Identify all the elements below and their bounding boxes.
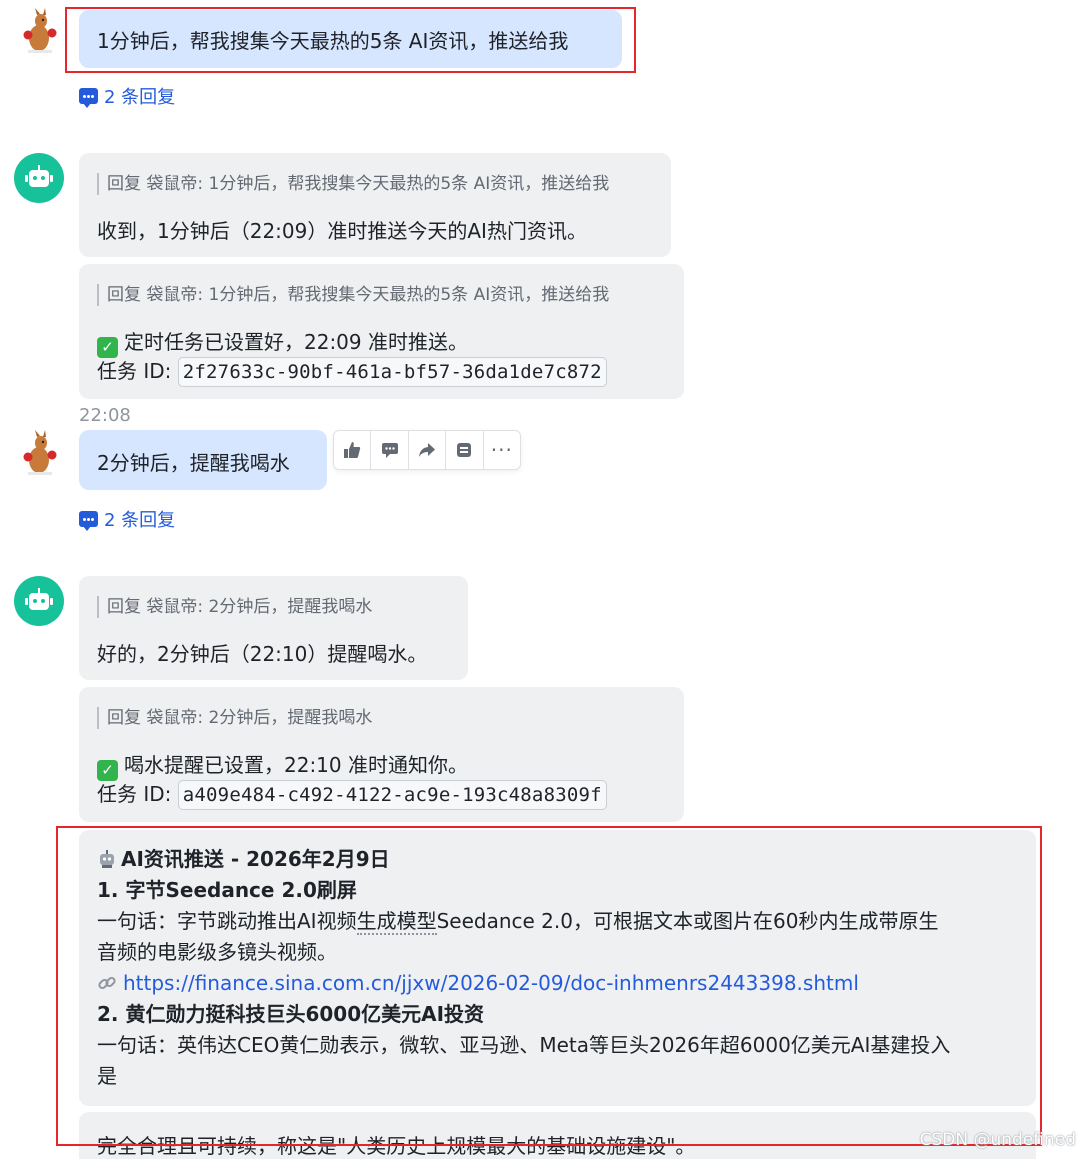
thumbs-up-icon (344, 442, 361, 458)
reply-count: 2 条回复 (104, 510, 176, 531)
news-item-desc: 一句话：英伟达CEO黄仁勋表示，微软、亚马逊、Meta等巨头2026年超6000… (97, 1033, 951, 1057)
message-line: ✓ 喝水提醒已设置，22:10 准时通知你。 (97, 749, 468, 781)
message-text: 好的，2分钟后（22:10）提醒喝水。 (97, 642, 428, 666)
comment-button[interactable] (371, 431, 409, 469)
message-bubble[interactable]: 2分钟后，提醒我喝水 (79, 430, 327, 490)
watermark: CSDN @undefined (919, 1130, 1076, 1150)
user-avatar[interactable] (14, 430, 64, 480)
message-timestamp: 22:08 (79, 405, 131, 426)
robot-avatar-icon (25, 588, 53, 610)
reply-count: 2 条回复 (104, 87, 176, 108)
forward-button[interactable] (409, 431, 447, 469)
task-id-label: 任务 ID: (97, 782, 172, 806)
message-line: ✓ 定时任务已设置好，22:09 准时推送。 (97, 326, 468, 358)
message-bubble[interactable]: AI资讯推送 - 2026年2月9日 1. 字节Seedance 2.0刷屏 一… (79, 830, 1036, 1106)
comment-icon (381, 443, 398, 458)
desc-part: Seedance 2.0，可根据文本或图片在60秒内生成带原生 (436, 909, 939, 933)
message-bubble[interactable]: 1分钟后，帮我搜集今天最热的5条 AI资讯，推送给我 (79, 10, 622, 68)
bot-avatar[interactable] (14, 153, 64, 203)
reply-quote: 回复 袋鼠帝: 2分钟后，提醒我喝水 (97, 596, 372, 618)
reply-quote: 回复 袋鼠帝: 2分钟后，提醒我喝水 (97, 707, 372, 729)
task-id-line: 任务 ID: 2f27633c-90bf-461a-bf57-36da1de7c… (97, 355, 607, 387)
task-id-code[interactable]: a409e484-c492-4122-ac9e-193c48a8309f (177, 780, 607, 810)
news-title: AI资讯推送 - 2026年2月9日 (121, 847, 390, 871)
task-id-label: 任务 ID: (97, 359, 172, 383)
news-link-line: https://finance.sina.com.cn/jjxw/2026-02… (97, 968, 1022, 999)
reply-thread-link[interactable]: 2 条回复 (79, 506, 175, 532)
task-id-line: 任务 ID: a409e484-c492-4122-ac9e-193c48a83… (97, 778, 607, 810)
message-bubble[interactable]: 回复 袋鼠帝: 2分钟后，提醒我喝水 ✓ 喝水提醒已设置，22:10 准时通知你。… (79, 687, 684, 822)
annotated-term[interactable]: 生成模型 (356, 909, 437, 935)
like-button[interactable] (334, 431, 372, 469)
robot-emoji-icon (100, 850, 114, 868)
news-item-title: 2. 黄仁勋力挺科技巨头6000亿美元AI投资 (97, 1002, 485, 1026)
user-avatar[interactable] (14, 8, 64, 58)
more-button[interactable]: ··· (484, 431, 520, 469)
news-item-desc-cont: 是 (97, 1064, 117, 1088)
robot-avatar-icon (25, 165, 53, 187)
news-item-desc-cont: 音频的电影级多镜头视频。 (97, 940, 337, 964)
news-title-line: AI资讯推送 - 2026年2月9日 (97, 844, 1022, 875)
news-item-desc: 一句话：字节跳动推出AI视频生成模型Seedance 2.0，可根据文本或图片在… (97, 906, 1022, 937)
message-action-toolbar: ··· (333, 430, 521, 470)
message-bubble[interactable]: 完全合理且可持续，称这是"人类历史上规模最大的基础设施建设"。 (79, 1112, 1036, 1159)
reply-quote: 回复 袋鼠帝: 1分钟后，帮我搜集今天最热的5条 AI资讯，推送给我 (97, 284, 609, 306)
reply-thread-icon (79, 88, 98, 108)
pin-button[interactable] (446, 431, 484, 469)
task-id-code[interactable]: 2f27633c-90bf-461a-bf57-36da1de7c872 (177, 357, 607, 387)
desc-part: 一句话：字节跳动推出AI视频 (97, 909, 357, 933)
reply-thread-icon (79, 511, 98, 531)
news-item-title: 1. 字节Seedance 2.0刷屏 (97, 878, 357, 902)
pin-icon (457, 443, 472, 457)
more-icon: ··· (490, 438, 513, 462)
message-text: 1分钟后，帮我搜集今天最热的5条 AI资讯，推送给我 (97, 29, 569, 53)
message-text: 完全合理且可持续，称这是"人类历史上规模最大的基础设施建设"。 (97, 1134, 696, 1158)
news-content: AI资讯推送 - 2026年2月9日 1. 字节Seedance 2.0刷屏 一… (97, 844, 1022, 1092)
message-text: 2分钟后，提醒我喝水 (97, 451, 290, 475)
reply-quote: 回复 袋鼠帝: 1分钟后，帮我搜集今天最热的5条 AI资讯，推送给我 (97, 173, 609, 195)
status-text: 喝水提醒已设置，22:10 准时通知你。 (124, 753, 468, 777)
reply-thread-link[interactable]: 2 条回复 (79, 83, 175, 109)
kangaroo-avatar-icon (23, 8, 57, 53)
news-link[interactable]: https://finance.sina.com.cn/jjxw/2026-02… (123, 971, 859, 995)
message-bubble[interactable]: 回复 袋鼠帝: 2分钟后，提醒我喝水 好的，2分钟后（22:10）提醒喝水。 (79, 576, 468, 680)
kangaroo-avatar-icon (23, 430, 57, 475)
message-bubble[interactable]: 回复 袋鼠帝: 1分钟后，帮我搜集今天最热的5条 AI资讯，推送给我 收到，1分… (79, 153, 671, 257)
bot-avatar[interactable] (14, 576, 64, 626)
message-bubble[interactable]: 回复 袋鼠帝: 1分钟后，帮我搜集今天最热的5条 AI资讯，推送给我 ✓ 定时任务… (79, 264, 684, 399)
forward-icon (419, 443, 436, 457)
link-icon (98, 976, 116, 990)
message-text: 收到，1分钟后（22:09）准时推送今天的AI热门资讯。 (97, 219, 587, 243)
status-text: 定时任务已设置好，22:09 准时推送。 (124, 330, 468, 354)
